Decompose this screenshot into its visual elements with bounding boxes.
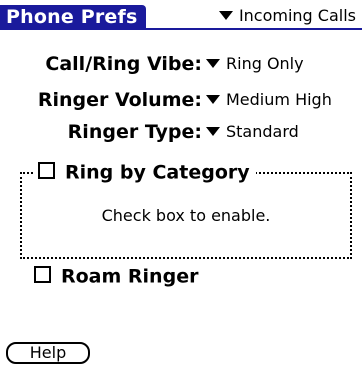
dropdown-triangle-icon [218, 11, 233, 20]
setting-value-ringer-volume: Medium High [226, 90, 332, 109]
setting-picker-call-ring-vibe[interactable]: Ring Only [206, 50, 304, 78]
checkbox-icon [38, 162, 55, 179]
setting-picker-ringer-volume[interactable]: Medium High [206, 86, 332, 114]
title-rule [0, 28, 362, 30]
setting-label-call-ring-vibe: Call/Ring Vibe: [45, 53, 202, 75]
setting-row-ringer-type: Ringer Type: Standard [0, 118, 362, 146]
setting-value-ringer-type: Standard [226, 122, 299, 141]
setting-value-call-ring-vibe: Ring Only [226, 54, 304, 73]
dropdown-triangle-icon [206, 127, 220, 136]
ring-by-category-checkbox[interactable]: Ring by Category [34, 158, 256, 186]
help-button[interactable]: Help [6, 342, 90, 364]
title-bar: Phone Prefs Incoming Calls [0, 0, 362, 32]
setting-label-ringer-type: Ringer Type: [67, 121, 202, 143]
setting-row-ringer-volume: Ringer Volume: Medium High [0, 86, 362, 114]
dropdown-triangle-icon [206, 95, 220, 104]
checkbox-icon [34, 266, 51, 283]
category-picker-value: Incoming Calls [238, 6, 356, 25]
dropdown-triangle-icon [206, 59, 220, 68]
roam-ringer-checkbox[interactable]: Roam Ringer [34, 262, 198, 290]
roam-ringer-label: Roam Ringer [61, 265, 199, 288]
setting-picker-ringer-type[interactable]: Standard [206, 118, 299, 146]
ring-by-category-label: Ring by Category [65, 161, 250, 184]
category-picker[interactable]: Incoming Calls [218, 6, 356, 26]
setting-label-ringer-volume: Ringer Volume: [37, 89, 202, 111]
app-title: Phone Prefs [0, 5, 146, 30]
setting-row-call-ring-vibe: Call/Ring Vibe: Ring Only [0, 50, 362, 78]
ring-by-category-note: Check box to enable. [101, 206, 271, 225]
